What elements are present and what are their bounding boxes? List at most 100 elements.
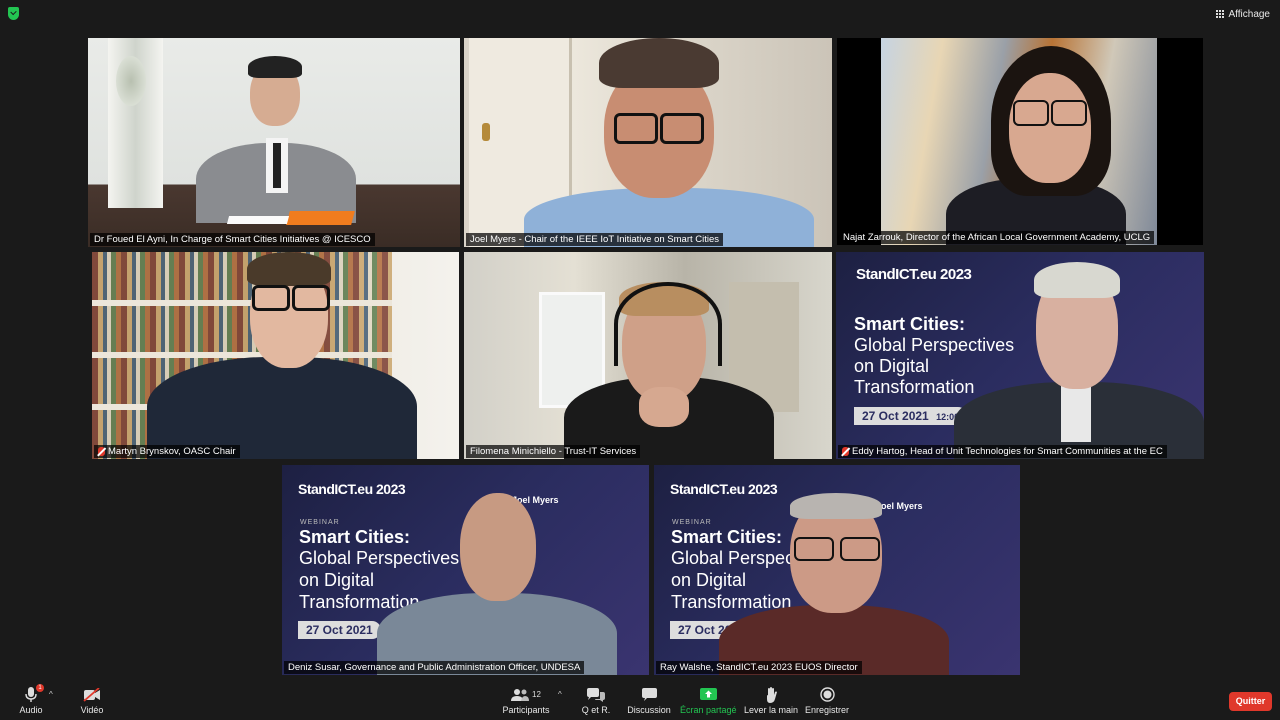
meeting-toolbar: 1 Audio ^ Vidéo 12 Participants ^ Q et R… xyxy=(0,680,1280,720)
participants-button[interactable]: 12 Participants xyxy=(498,686,554,715)
audio-label: Audio xyxy=(19,705,43,715)
participant-name-tag: Deniz Susar, Governance and Public Admin… xyxy=(284,661,585,674)
video-tile-najat-zarrouk[interactable]: Najat Zarrouk, Director of the African L… xyxy=(837,38,1203,245)
person-head xyxy=(460,493,536,601)
grid-icon xyxy=(1215,10,1224,19)
video-tile-joel-myers[interactable]: Joel Myers - Chair of the IEEE IoT Initi… xyxy=(464,38,832,247)
slide-title-line2: Global Perspectives xyxy=(299,548,460,568)
qa-button[interactable]: Q et R. xyxy=(568,686,624,715)
virtual-background-slide: StandICT.eu 2023 WEBINAR Smart Cities: G… xyxy=(282,465,649,675)
tie xyxy=(273,143,281,188)
video-feed xyxy=(92,252,459,459)
shelf-board xyxy=(92,352,392,358)
slide-logo: StandICT.eu 2023 xyxy=(298,481,406,497)
slide-webinar: WEBINAR xyxy=(672,519,712,526)
share-screen-label: Écran partagé xyxy=(680,705,737,715)
slide-title-line1: Smart Cities: xyxy=(854,314,966,334)
chat-bubble-icon xyxy=(641,687,657,701)
glasses xyxy=(660,113,704,144)
person-hair xyxy=(790,493,882,519)
slide-logo: StandICT.eu 2023 xyxy=(856,266,972,283)
hand xyxy=(639,387,689,427)
participant-name: Joel Myers - Chair of the IEEE IoT Initi… xyxy=(470,234,720,245)
shirt xyxy=(1061,382,1091,442)
muted-microphone-icon xyxy=(842,447,849,456)
slide-webinar: WEBINAR xyxy=(300,519,340,526)
slide-date-text: 27 Oct 2021 xyxy=(862,409,929,423)
video-tile-filomena-minichiello[interactable]: Filomena Minichiello - Trust-IT Services xyxy=(464,252,832,459)
audio-badge: 1 xyxy=(36,684,44,692)
view-button-label: Affichage xyxy=(1228,8,1270,20)
chat-button[interactable]: Discussion xyxy=(621,686,677,715)
person-head xyxy=(1009,73,1091,183)
person-hair xyxy=(599,38,719,88)
slide-title-line3: on Digital xyxy=(854,356,930,376)
view-button[interactable]: Affichage xyxy=(1215,6,1270,22)
slide-logo: StandICT.eu 2023 xyxy=(670,481,778,497)
video-tile-eddy-hartog[interactable]: StandICT.eu 2023 Smart Cities: Global Pe… xyxy=(836,252,1204,459)
slide-date: 27 Oct 2021 12:00 xyxy=(854,407,968,425)
papers xyxy=(226,216,290,224)
glasses xyxy=(614,113,658,144)
slide-title-line4: Transformation xyxy=(854,377,975,397)
record-icon-wrap xyxy=(799,686,855,703)
participant-name-tag: Eddy Hartog, Head of Unit Technologies f… xyxy=(838,445,1167,458)
raise-hand-button[interactable]: Lever la main xyxy=(743,686,799,715)
participant-name: Filomena Minichiello - Trust-IT Services xyxy=(470,446,637,457)
video-label: Vidéo xyxy=(80,705,104,715)
video-tile-deniz-susar[interactable]: StandICT.eu 2023 WEBINAR Smart Cities: G… xyxy=(282,465,649,675)
video-tile-martyn-brynskov[interactable]: Martyn Brynskov, OASC Chair xyxy=(92,252,459,459)
qa-label: Q et R. xyxy=(581,705,611,715)
glasses xyxy=(292,285,330,311)
video-off-icon xyxy=(83,687,100,702)
participant-name-tag: Dr Foued El Ayni, In Charge of Smart Cit… xyxy=(90,233,375,246)
headset xyxy=(614,282,722,366)
participants-options-caret[interactable]: ^ xyxy=(558,690,562,699)
muted-microphone-icon xyxy=(98,447,105,456)
qa-icon-wrap xyxy=(568,686,624,703)
security-shield-icon[interactable] xyxy=(8,7,19,20)
person-hair xyxy=(248,56,302,78)
notebook xyxy=(286,211,355,225)
share-icon-wrap xyxy=(680,686,736,703)
participant-name-tag: Najat Zarrouk, Director of the African L… xyxy=(839,231,1155,244)
participant-name: Martyn Brynskov, OASC Chair xyxy=(108,446,236,457)
slide-date: 27 Oct 2021 xyxy=(298,621,381,639)
slide-date-text: 27 Oct 2021 xyxy=(306,623,373,637)
hand-icon xyxy=(766,686,777,703)
video-tile-ray-walshe[interactable]: StandICT.eu 2023 WEBINAR Smart Cities: G… xyxy=(654,465,1020,675)
slide-title-line1: Smart Cities: xyxy=(671,527,783,547)
virtual-background-slide: StandICT.eu 2023 WEBINAR Smart Cities: G… xyxy=(654,465,1020,675)
person-hair xyxy=(1034,262,1120,298)
share-screen-icon xyxy=(699,687,717,700)
record-label: Enregistrer xyxy=(804,705,849,715)
slide-title-line3: on Digital xyxy=(671,570,747,590)
audio-options-caret[interactable]: ^ xyxy=(49,690,53,699)
raise-hand-icon-wrap xyxy=(743,686,799,703)
share-screen-button[interactable]: Écran partagé xyxy=(680,686,737,715)
quit-button[interactable]: Quitter xyxy=(1229,692,1272,711)
video-tile-foued-el-ayni[interactable]: Dr Foued El Ayni, In Charge of Smart Cit… xyxy=(88,38,460,247)
flag-emblem xyxy=(116,56,146,106)
record-button[interactable]: Enregistrer xyxy=(799,686,855,715)
glasses xyxy=(1051,100,1087,126)
slide-title-line2: Global Perspectives xyxy=(854,335,1015,355)
door-handle xyxy=(482,123,490,141)
video-feed xyxy=(464,252,832,459)
participant-name: Dr Foued El Ayni, In Charge of Smart Cit… xyxy=(94,234,371,245)
participants-label: Participants xyxy=(502,705,550,715)
qa-bubbles-icon xyxy=(587,687,605,702)
participant-name-tag: Filomena Minichiello - Trust-IT Services xyxy=(466,445,641,458)
slide-title-line1: Smart Cities: xyxy=(299,527,411,547)
top-bar: Affichage xyxy=(0,0,1280,28)
participant-name-tag: Martyn Brynskov, OASC Chair xyxy=(94,445,240,458)
people-icon xyxy=(511,688,530,701)
video-button[interactable]: Vidéo xyxy=(64,686,120,715)
slide-title-line3: on Digital xyxy=(299,570,375,590)
slide-speaker-name: Joel Myers xyxy=(876,501,923,511)
chat-icon-wrap xyxy=(621,686,677,703)
glasses xyxy=(794,537,834,561)
glasses xyxy=(252,285,290,311)
glasses xyxy=(840,537,880,561)
person-hair xyxy=(247,252,331,286)
